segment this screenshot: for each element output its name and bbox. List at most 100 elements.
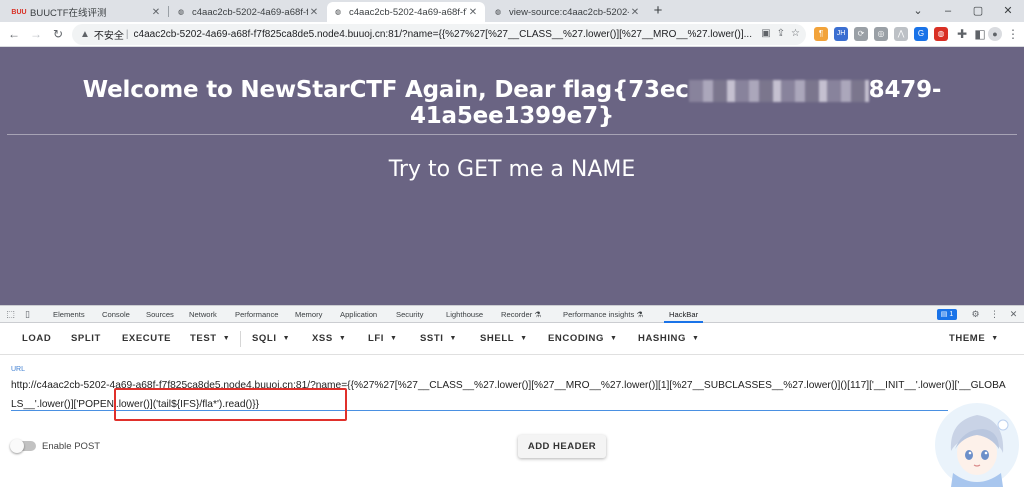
dropdown-caret-icon: ▼ <box>282 335 291 342</box>
toggle-knob <box>10 439 24 453</box>
tab-search-icon[interactable]: ⌄ <box>903 2 933 20</box>
sqli-menu-button[interactable]: SQLI ▼ <box>252 333 290 344</box>
dropdown-caret-icon: ▼ <box>991 335 999 342</box>
dropdown-caret-icon: ▼ <box>449 335 458 342</box>
address-bar[interactable]: ▲ 不安全 | c4aac2cb-5202-4a69-a68f-f7f825ca… <box>72 24 806 45</box>
ssti-label: SSTI <box>420 333 444 344</box>
browser-tab-strip: BUU BUUCTF在线评测 ✕ ◍ c4aac2cb-5202-4a69-a6… <box>0 0 1024 22</box>
side-panel-icon[interactable]: ◧ <box>972 26 988 42</box>
shell-menu-button[interactable]: SHELL ▼ <box>480 333 528 344</box>
globe-icon: ◍ <box>494 9 502 16</box>
tab-title: c4aac2cb-5202-4a69-a68f-f7f8 <box>349 6 467 18</box>
inspect-element-icon[interactable]: ⬚ <box>5 309 16 320</box>
add-header-button[interactable]: ADD HEADER <box>518 435 606 458</box>
enable-post-toggle[interactable] <box>10 439 36 453</box>
close-tab-icon[interactable]: ✕ <box>308 7 320 18</box>
back-arrow-icon[interactable]: ← <box>6 26 22 42</box>
redacted-flag-segment <box>688 79 869 102</box>
dropdown-caret-icon: ▼ <box>610 335 618 342</box>
close-window-icon[interactable]: ✕ <box>993 2 1023 20</box>
maximize-icon[interactable]: ▢ <box>963 2 993 20</box>
encoding-label: ENCODING <box>548 333 604 344</box>
browser-tab-view-source[interactable]: ◍ view-source:c4aac2cb-5202-4... ✕ <box>487 2 647 22</box>
extension-sync-icon[interactable]: ⟳ <box>854 27 868 41</box>
issues-badge[interactable]: ▤ 1 <box>937 309 957 320</box>
reload-icon[interactable]: ↻ <box>50 26 66 42</box>
anime-mascot-image <box>935 403 1019 487</box>
extension-jh-icon[interactable]: JH <box>834 27 848 41</box>
more-menu-icon[interactable]: ⋮ <box>1005 26 1021 42</box>
close-tab-icon[interactable]: ✕ <box>150 7 162 18</box>
devtools-tab-network[interactable]: Network <box>189 306 217 323</box>
lfi-label: LFI <box>368 333 385 344</box>
extension-record-icon[interactable]: ◍ <box>934 27 948 41</box>
address-url: c4aac2cb-5202-4a69-a68f-f7f825ca8de5.nod… <box>133 29 752 40</box>
close-tab-icon[interactable]: ✕ <box>629 7 641 18</box>
devtools-tab-application[interactable]: Application <box>340 306 377 323</box>
minimize-icon[interactable]: – <box>933 2 963 20</box>
enable-post-label: Enable POST <box>42 441 101 452</box>
test-menu-button[interactable]: TEST ▼ <box>190 333 230 344</box>
browser-tab-challenge-active[interactable]: ◍ c4aac2cb-5202-4a69-a68f-f7f8 ✕ <box>327 2 485 22</box>
security-label: 不安全 <box>93 31 124 42</box>
forward-arrow-icon[interactable]: → <box>28 26 44 42</box>
welcome-text-start: Welcome to NewStarCTF Again, Dear flag{7… <box>82 77 689 103</box>
tab-title: c4aac2cb-5202-4a69-a68f-f7f8 <box>192 6 308 18</box>
execute-button[interactable]: EXECUTE <box>122 333 171 344</box>
devtools-tab-performance[interactable]: Performance <box>235 306 278 323</box>
dropdown-caret-icon: ▼ <box>338 335 347 342</box>
extension-pilcrow-icon[interactable]: ¶ <box>814 27 828 41</box>
close-tab-icon[interactable]: ✕ <box>467 7 479 18</box>
devtools-tabbar: ⬚ ▯ Elements Console Sources Network Per… <box>0 305 1024 323</box>
extension-target-icon[interactable]: ◎ <box>874 27 888 41</box>
device-toolbar-icon[interactable]: ▯ <box>22 309 33 320</box>
sqli-label: SQLI <box>252 333 277 344</box>
theme-label: THEME <box>949 333 986 344</box>
devtools-tab-performance-insights[interactable]: Performance insights ⚗ <box>563 306 643 323</box>
url-field-label: URL <box>11 366 26 373</box>
devtools-tab-lighthouse[interactable]: Lighthouse <box>446 306 483 323</box>
tab-title: view-source:c4aac2cb-5202-4... <box>509 6 629 18</box>
extension-translate-icon[interactable]: G <box>914 27 928 41</box>
devtools-tab-elements[interactable]: Elements <box>53 306 85 323</box>
close-devtools-icon[interactable]: ✕ <box>1008 309 1019 320</box>
browser-toolbar: ← → ↻ ▲ 不安全 | c4aac2cb-5202-4a69-a68f-f7… <box>0 22 1024 47</box>
load-button[interactable]: LOAD <box>22 333 51 344</box>
devtools-tab-recorder[interactable]: Recorder ⚗ <box>501 306 541 323</box>
ssti-menu-button[interactable]: SSTI ▼ <box>420 333 457 344</box>
browser-tab-challenge[interactable]: ◍ c4aac2cb-5202-4a69-a68f-f7f8 ✕ <box>170 2 326 22</box>
xss-menu-button[interactable]: XSS ▼ <box>312 333 346 344</box>
globe-icon: ◍ <box>334 9 342 16</box>
dropdown-caret-icon: ▼ <box>222 335 231 342</box>
omnibox-actions: ▣ ⇪ ☆ <box>761 28 800 39</box>
dropdown-caret-icon: ▼ <box>520 335 528 342</box>
devtools-tab-hackbar[interactable]: HackBar <box>664 306 704 323</box>
shell-label: SHELL <box>480 333 515 344</box>
test-label: TEST <box>190 333 217 344</box>
profile-avatar-icon[interactable]: ● <box>988 27 1002 41</box>
issues-count: 1 <box>949 311 954 318</box>
dropdown-caret-icon: ▼ <box>390 335 398 342</box>
settings-gear-icon[interactable]: ⚙ <box>970 309 981 320</box>
hashing-menu-button[interactable]: HASHING ▼ <box>638 333 700 344</box>
extension-peak-icon[interactable]: ⋀ <box>894 27 908 41</box>
share-icon[interactable]: ⇪ <box>777 28 785 39</box>
menu-divider <box>240 331 241 347</box>
new-tab-button[interactable]: + <box>650 3 666 19</box>
encoding-menu-button[interactable]: ENCODING ▼ <box>548 333 618 344</box>
devtools-tab-console[interactable]: Console <box>102 306 130 323</box>
buuctf-favicon: BUU <box>11 8 27 16</box>
extensions-puzzle-icon[interactable]: ✚ <box>954 26 970 42</box>
translate-icon[interactable]: ▣ <box>761 28 770 39</box>
prompt-text: Try to GET me a NAME <box>388 157 636 182</box>
warning-icon: ▲ <box>80 29 90 40</box>
theme-menu-button[interactable]: THEME ▼ <box>949 333 999 344</box>
devtools-tab-memory[interactable]: Memory <box>295 306 322 323</box>
browser-tab-buuctf[interactable]: BUU BUUCTF在线评测 ✕ <box>8 2 168 22</box>
lfi-menu-button[interactable]: LFI ▼ <box>368 333 398 344</box>
bookmark-star-icon[interactable]: ☆ <box>791 28 800 39</box>
devtools-more-icon[interactable]: ⋮ <box>989 309 1000 320</box>
devtools-tab-security[interactable]: Security <box>396 306 423 323</box>
split-button[interactable]: SPLIT <box>71 333 101 344</box>
devtools-tab-sources[interactable]: Sources <box>146 306 174 323</box>
